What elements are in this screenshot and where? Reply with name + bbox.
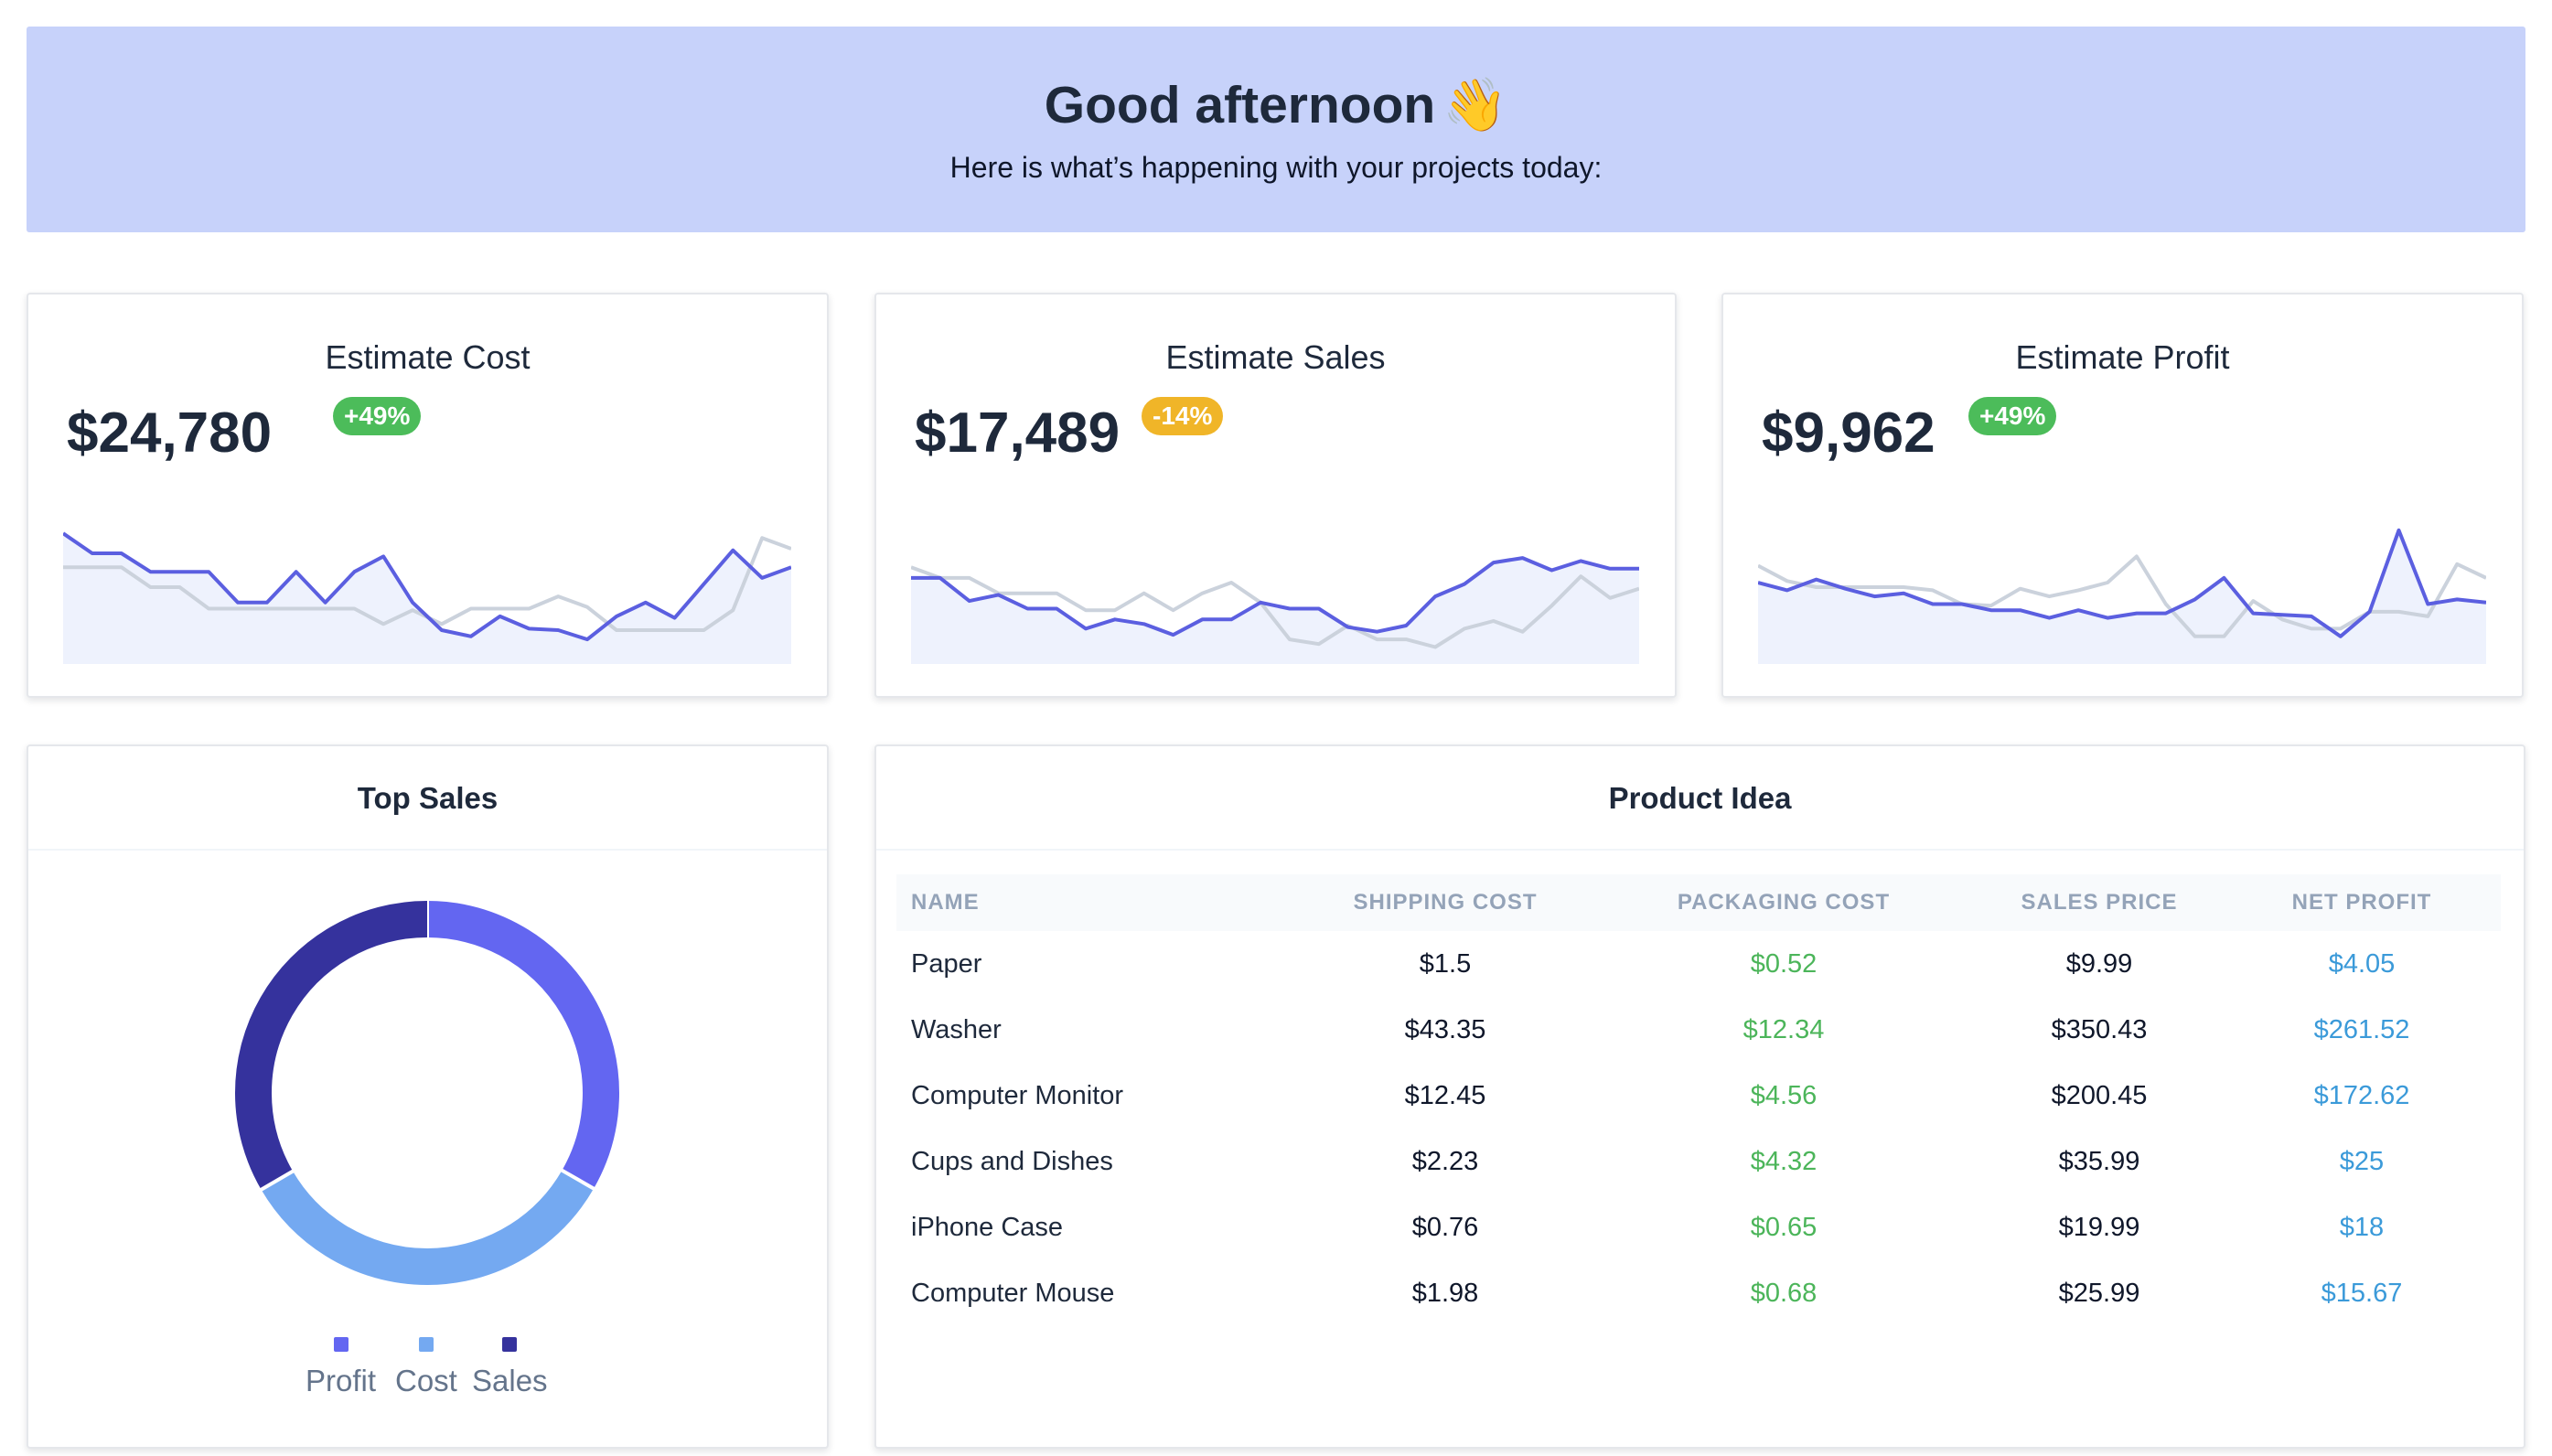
cell-shipping-cost: $1.5 bbox=[1419, 948, 1472, 979]
kpi-value: $24,780 bbox=[67, 401, 273, 465]
greeting-banner: Good afternoon 👋 Here is what’s happening… bbox=[27, 27, 2525, 232]
cell-name: iPhone Case bbox=[911, 1212, 1064, 1242]
greeting-subtitle: Here is what’s happening with your proje… bbox=[949, 151, 1603, 184]
sparkline-chart-profit bbox=[1758, 528, 2486, 664]
legend-swatch bbox=[418, 1337, 434, 1352]
kpi-title: Estimate Cost bbox=[325, 338, 531, 376]
kpi-change-badge: +49% bbox=[1968, 397, 2057, 435]
product-idea-table: NAME SHIPPING COST PACKAGING COST SALES … bbox=[896, 874, 2501, 1326]
cell-sales-price: $200.45 bbox=[2051, 1080, 2148, 1110]
legend-label: Cost bbox=[395, 1364, 457, 1397]
sparkline-area bbox=[1758, 530, 2486, 664]
top-sales-donut-chart bbox=[235, 899, 619, 1285]
cell-shipping-cost: $12.45 bbox=[1404, 1080, 1486, 1110]
sparkline-area bbox=[911, 558, 1639, 664]
cell-packaging-cost: $0.52 bbox=[1750, 948, 1817, 979]
legend-label: Profit bbox=[306, 1364, 377, 1397]
sparkline-area bbox=[63, 533, 791, 664]
table-row[interactable]: Cups and Dishes $2.23 $4.32 $35.99 $25 bbox=[896, 1129, 2501, 1194]
cell-packaging-cost: $4.56 bbox=[1750, 1080, 1817, 1110]
kpi-value: $9,962 bbox=[1762, 401, 1935, 465]
table-row[interactable]: Washer $43.35 $12.34 $350.43 $261.52 bbox=[896, 997, 2501, 1063]
kpi-change-badge: -14% bbox=[1142, 397, 1224, 435]
cell-packaging-cost: $0.68 bbox=[1750, 1278, 1817, 1308]
cell-shipping-cost: $0.76 bbox=[1411, 1212, 1479, 1242]
cell-packaging-cost: $12.34 bbox=[1742, 1014, 1825, 1044]
table-row[interactable]: iPhone Case $0.76 $0.65 $19.99 $18 bbox=[896, 1194, 2501, 1260]
kpi-value: $17,489 bbox=[915, 401, 1121, 465]
column-header-name[interactable]: NAME bbox=[896, 874, 1299, 931]
kpi-title: Estimate Sales bbox=[1165, 338, 1386, 376]
cell-net-profit: $25 bbox=[2339, 1146, 2385, 1176]
cell-net-profit: $15.67 bbox=[2321, 1278, 2403, 1308]
cell-sales-price: $25.99 bbox=[2058, 1278, 2140, 1308]
cell-packaging-cost: $4.32 bbox=[1750, 1146, 1817, 1176]
cell-shipping-cost: $1.98 bbox=[1411, 1278, 1479, 1308]
cell-sales-price: $35.99 bbox=[2058, 1146, 2140, 1176]
cell-name: Cups and Dishes bbox=[911, 1146, 1113, 1176]
cell-sales-price: $19.99 bbox=[2058, 1212, 2140, 1242]
kpi-title: Estimate Profit bbox=[2015, 338, 2230, 376]
table-header-row: NAME SHIPPING COST PACKAGING COST SALES … bbox=[896, 874, 2501, 931]
table-row[interactable]: Paper $1.5 $0.52 $9.99 $4.05 bbox=[896, 931, 2501, 997]
table-row[interactable]: Computer Monitor $12.45 $4.56 $200.45 $1… bbox=[896, 1063, 2501, 1129]
cell-name: Computer Mouse bbox=[911, 1278, 1115, 1308]
cell-shipping-cost: $43.35 bbox=[1404, 1014, 1486, 1044]
kpi-change-badge: +49% bbox=[333, 397, 422, 435]
column-header-packaging-cost[interactable]: PACKAGING COST bbox=[1592, 874, 1976, 931]
cell-net-profit: $4.05 bbox=[2328, 948, 2396, 979]
cell-name: Computer Monitor bbox=[911, 1080, 1124, 1110]
cell-net-profit: $172.62 bbox=[2313, 1080, 2410, 1110]
table-row[interactable]: Computer Mouse $1.98 $0.68 $25.99 $15.67 bbox=[896, 1260, 2501, 1326]
cell-sales-price: $350.43 bbox=[2051, 1014, 2148, 1044]
legend-swatch bbox=[333, 1337, 348, 1352]
cell-net-profit: $18 bbox=[2339, 1212, 2385, 1242]
donut-slice-profit[interactable] bbox=[426, 901, 619, 1189]
cell-packaging-cost: $0.65 bbox=[1750, 1212, 1817, 1242]
product-idea-title: Product Idea bbox=[876, 746, 2524, 851]
donut-slice-sales[interactable] bbox=[235, 901, 428, 1190]
cell-shipping-cost: $2.23 bbox=[1411, 1146, 1479, 1176]
top-sales-title: Top Sales bbox=[28, 746, 827, 851]
product-idea-card: Product Idea NAME SHIPPING COST PACKAGIN… bbox=[874, 744, 2525, 1449]
donut-slice-cost[interactable] bbox=[261, 1170, 595, 1285]
sparkline-chart-sales bbox=[911, 556, 1639, 664]
column-header-shipping-cost[interactable]: SHIPPING COST bbox=[1299, 874, 1592, 931]
legend-swatch bbox=[502, 1337, 518, 1352]
cell-name: Washer bbox=[911, 1014, 1002, 1044]
legend-item-cost[interactable]: Cost bbox=[395, 1337, 457, 1398]
legend-item-sales[interactable]: Sales bbox=[472, 1337, 548, 1398]
cell-name: Paper bbox=[911, 948, 982, 979]
cell-net-profit: $261.52 bbox=[2313, 1014, 2410, 1044]
greeting-title: Good afternoon 👋 bbox=[1044, 75, 1508, 135]
cell-sales-price: $9.99 bbox=[2065, 948, 2133, 979]
column-header-net-profit[interactable]: NET PROFIT bbox=[2223, 874, 2501, 931]
legend-label: Sales bbox=[472, 1364, 548, 1397]
column-header-sales-price[interactable]: SALES PRICE bbox=[1976, 874, 2223, 931]
waving-hand-icon: 👋 bbox=[1442, 75, 1508, 135]
sparkline-chart-cost bbox=[63, 531, 791, 664]
legend-item-profit[interactable]: Profit bbox=[306, 1337, 376, 1398]
